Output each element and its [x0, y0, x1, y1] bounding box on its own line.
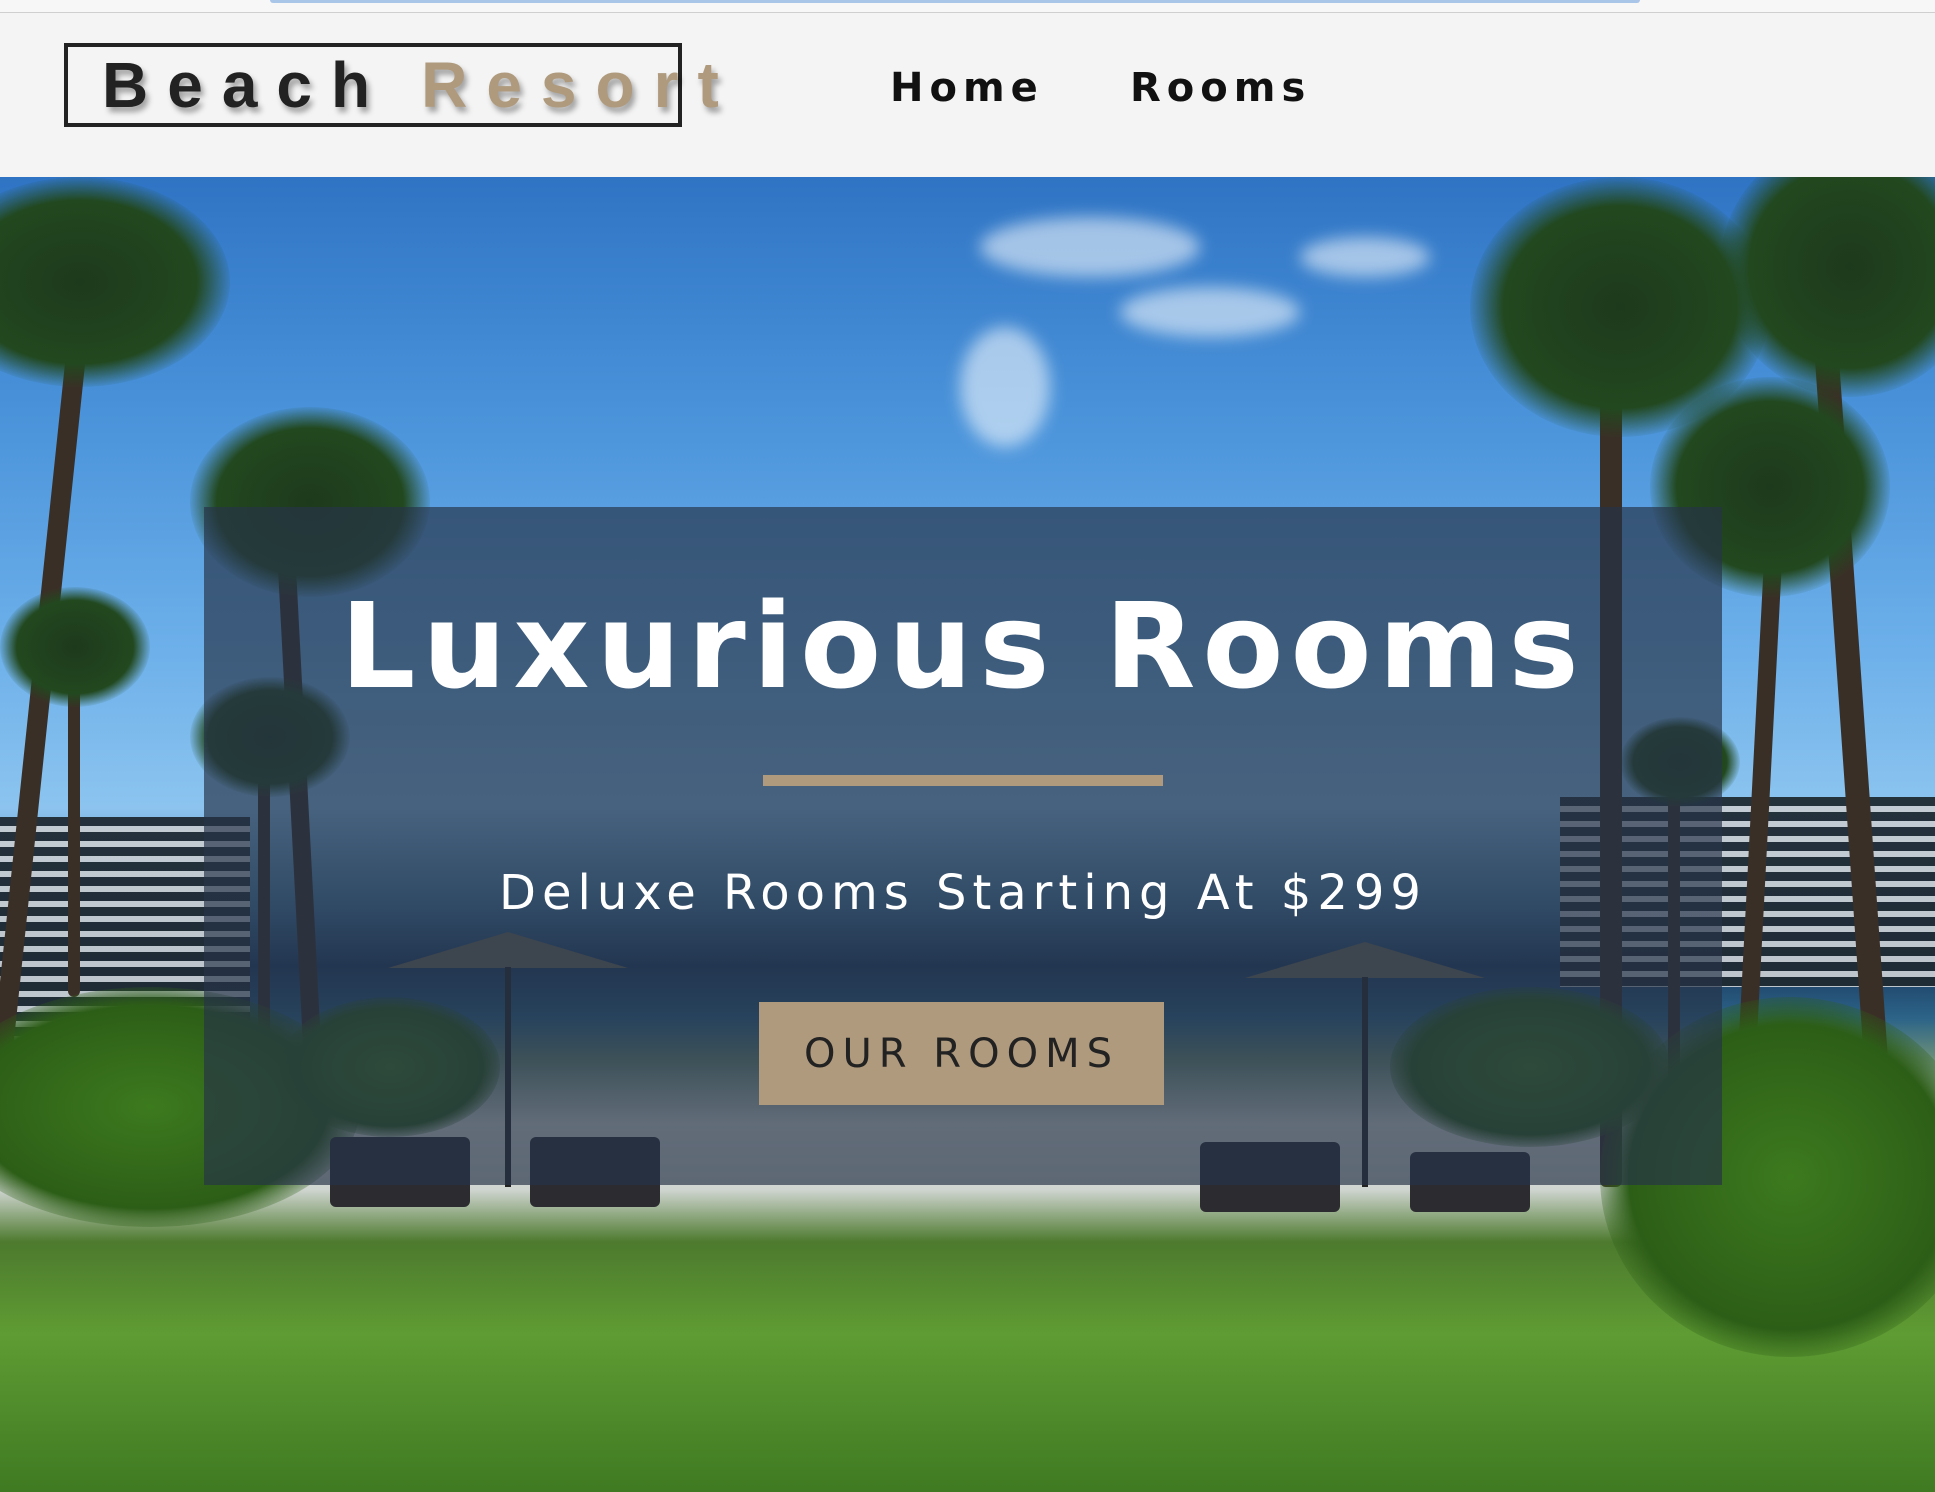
nav-link-home[interactable]: Home — [890, 65, 1044, 111]
nav-link-rooms[interactable]: Rooms — [1130, 65, 1311, 111]
logo[interactable]: Beach Resort — [64, 43, 719, 127]
browser-top-edge — [0, 0, 1935, 13]
our-rooms-button[interactable]: OUR ROOMS — [759, 1002, 1164, 1105]
hero-title: Luxurious Rooms — [340, 577, 1586, 715]
hero-banner: Luxurious Rooms Deluxe Rooms Starting At… — [204, 507, 1722, 1185]
logo-word-beach: Beach — [102, 49, 390, 121]
hero-subtitle: Deluxe Rooms Starting At $299 — [499, 865, 1427, 921]
title-divider — [763, 775, 1163, 786]
logo-word-resort: Resort — [421, 49, 738, 121]
navbar: Beach Resort Home Rooms — [0, 13, 1935, 177]
hero-section: Luxurious Rooms Deluxe Rooms Starting At… — [0, 177, 1935, 1492]
tab-highlight — [270, 0, 1640, 3]
